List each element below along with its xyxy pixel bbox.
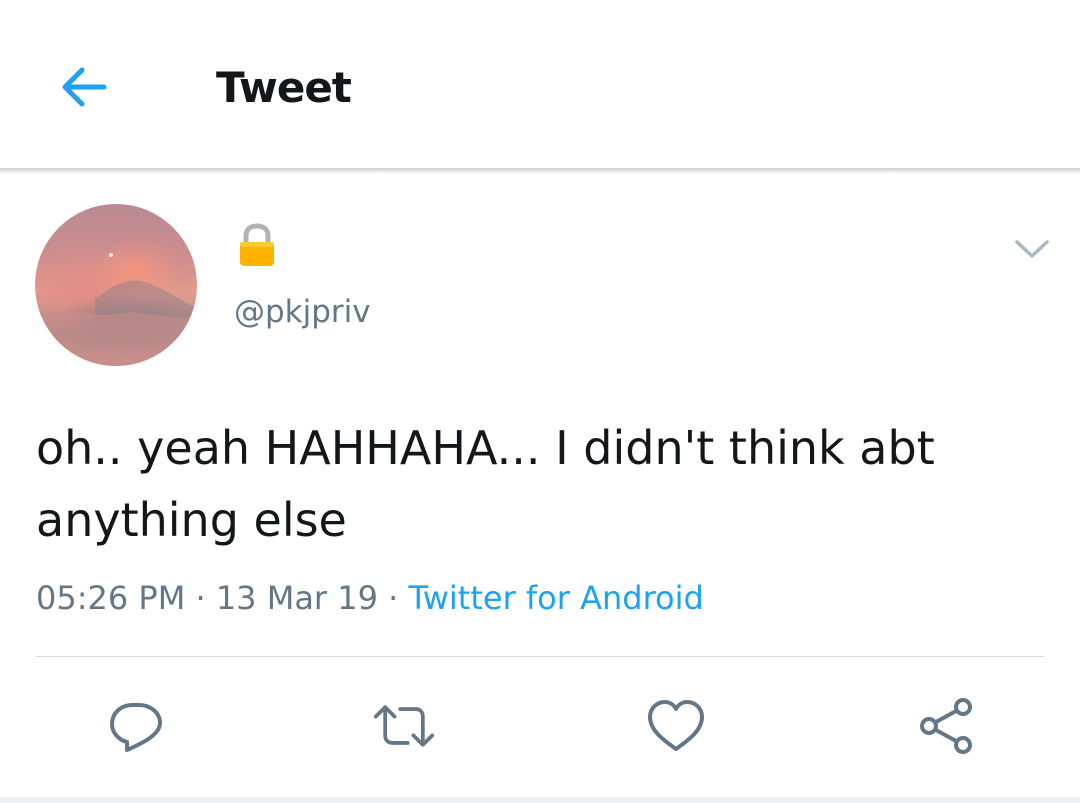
share-icon	[920, 698, 972, 754]
lock-icon	[237, 223, 277, 269]
back-button[interactable]	[52, 55, 116, 119]
like-button[interactable]	[644, 694, 708, 758]
author-handle[interactable]: @pkjpriv	[234, 292, 371, 332]
header-divider	[0, 168, 1080, 174]
top-bar: Tweet	[0, 0, 1080, 168]
tweet-time: 05:26 PM	[36, 579, 186, 617]
avatar[interactable]	[35, 204, 197, 366]
chevron-down-icon	[1015, 240, 1049, 258]
bottom-divider	[0, 797, 1080, 803]
retweet-button[interactable]	[372, 694, 436, 758]
tweet-text: oh.. yeah HAHHAHA... I didn't think abt …	[36, 421, 935, 547]
heart-icon	[648, 700, 704, 751]
meta-separator: ·	[388, 579, 399, 617]
reply-icon	[110, 703, 162, 752]
tweet-date: 13 Mar 19	[215, 579, 378, 617]
arrow-left-icon	[62, 67, 107, 107]
share-button[interactable]	[914, 694, 978, 758]
page-title: Tweet	[216, 63, 352, 112]
tweet-source-link[interactable]: Twitter for Android	[408, 579, 703, 617]
avatar-clouds	[35, 253, 197, 366]
divider	[36, 656, 1044, 657]
tweet-meta: 05:26 PM · 13 Mar 19 · Twitter for Andro…	[36, 576, 704, 620]
meta-separator: ·	[195, 579, 206, 617]
retweet-icon	[373, 705, 435, 747]
tweet-menu-button[interactable]	[1012, 232, 1052, 266]
reply-button[interactable]	[104, 694, 168, 758]
